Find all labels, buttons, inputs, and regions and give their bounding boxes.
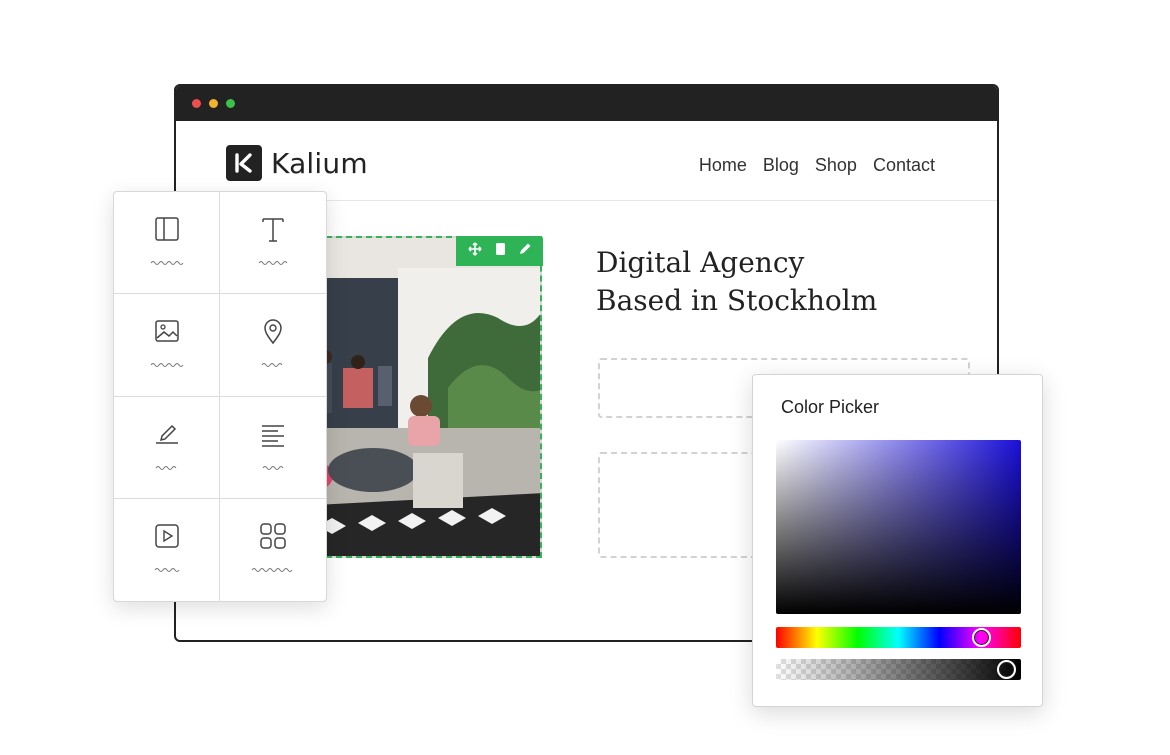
image-icon	[154, 320, 179, 342]
page-headline: Digital Agency Based in Stockholm	[596, 244, 877, 320]
hue-slider[interactable]	[776, 627, 1021, 648]
paragraph-align-icon	[262, 424, 284, 447]
close-window-dot[interactable]	[192, 99, 201, 108]
nav-blog[interactable]: Blog	[763, 155, 799, 176]
text-icon	[262, 218, 284, 242]
browser-titlebar	[176, 86, 997, 121]
widget-tile-image[interactable]	[114, 294, 220, 397]
widget-tile-video[interactable]	[114, 498, 220, 601]
site-header: Kalium Home Blog Shop Contact	[176, 121, 997, 201]
color-picker-panel: Color Picker	[752, 374, 1043, 707]
site-nav: Home Blog Shop Contact	[699, 155, 935, 176]
pen-icon	[155, 424, 178, 444]
minimize-window-dot[interactable]	[209, 99, 218, 108]
widget-tile-paragraph[interactable]	[220, 397, 326, 499]
kalium-logo-icon	[226, 145, 262, 181]
widget-palette	[113, 191, 327, 602]
nav-home[interactable]: Home	[699, 155, 747, 176]
columns-layout-icon	[154, 217, 179, 241]
site-logo[interactable]: Kalium	[226, 145, 368, 181]
color-picker-title: Color Picker	[781, 397, 880, 417]
map-pin-icon	[264, 319, 282, 345]
squiggle-label	[251, 567, 293, 572]
squiggle-label	[155, 465, 176, 470]
logo-text: Kalium	[271, 146, 368, 180]
squiggle-label	[154, 567, 179, 572]
nav-contact[interactable]: Contact	[873, 155, 935, 176]
edit-pencil-icon[interactable]	[518, 242, 532, 261]
headline-line-1: Digital Agency	[596, 246, 805, 279]
widget-tile-map[interactable]	[220, 294, 326, 397]
widget-tile-text[interactable]	[220, 192, 326, 295]
nav-shop[interactable]: Shop	[815, 155, 857, 176]
grid-icon	[260, 523, 286, 549]
squiggle-label	[262, 465, 284, 470]
video-play-icon	[154, 524, 179, 548]
hue-slider-thumb[interactable]	[972, 628, 992, 647]
widget-tile-columns[interactable]	[114, 192, 220, 295]
alpha-slider[interactable]	[776, 659, 1021, 680]
headline-line-2: Based in Stockholm	[596, 284, 878, 317]
maximize-window-dot[interactable]	[226, 99, 235, 108]
squiggle-label	[150, 363, 183, 368]
squiggle-label	[261, 363, 283, 368]
alpha-slider-thumb[interactable]	[996, 660, 1016, 679]
widget-tile-signature[interactable]	[114, 396, 220, 499]
move-icon[interactable]	[467, 241, 482, 261]
widget-tile-grid[interactable]	[220, 499, 326, 601]
saturation-value-area[interactable]	[776, 440, 1021, 614]
image-edit-toolbar	[456, 236, 543, 266]
copy-icon[interactable]	[493, 242, 507, 261]
squiggle-label	[258, 261, 288, 265]
squiggle-label	[150, 261, 183, 265]
